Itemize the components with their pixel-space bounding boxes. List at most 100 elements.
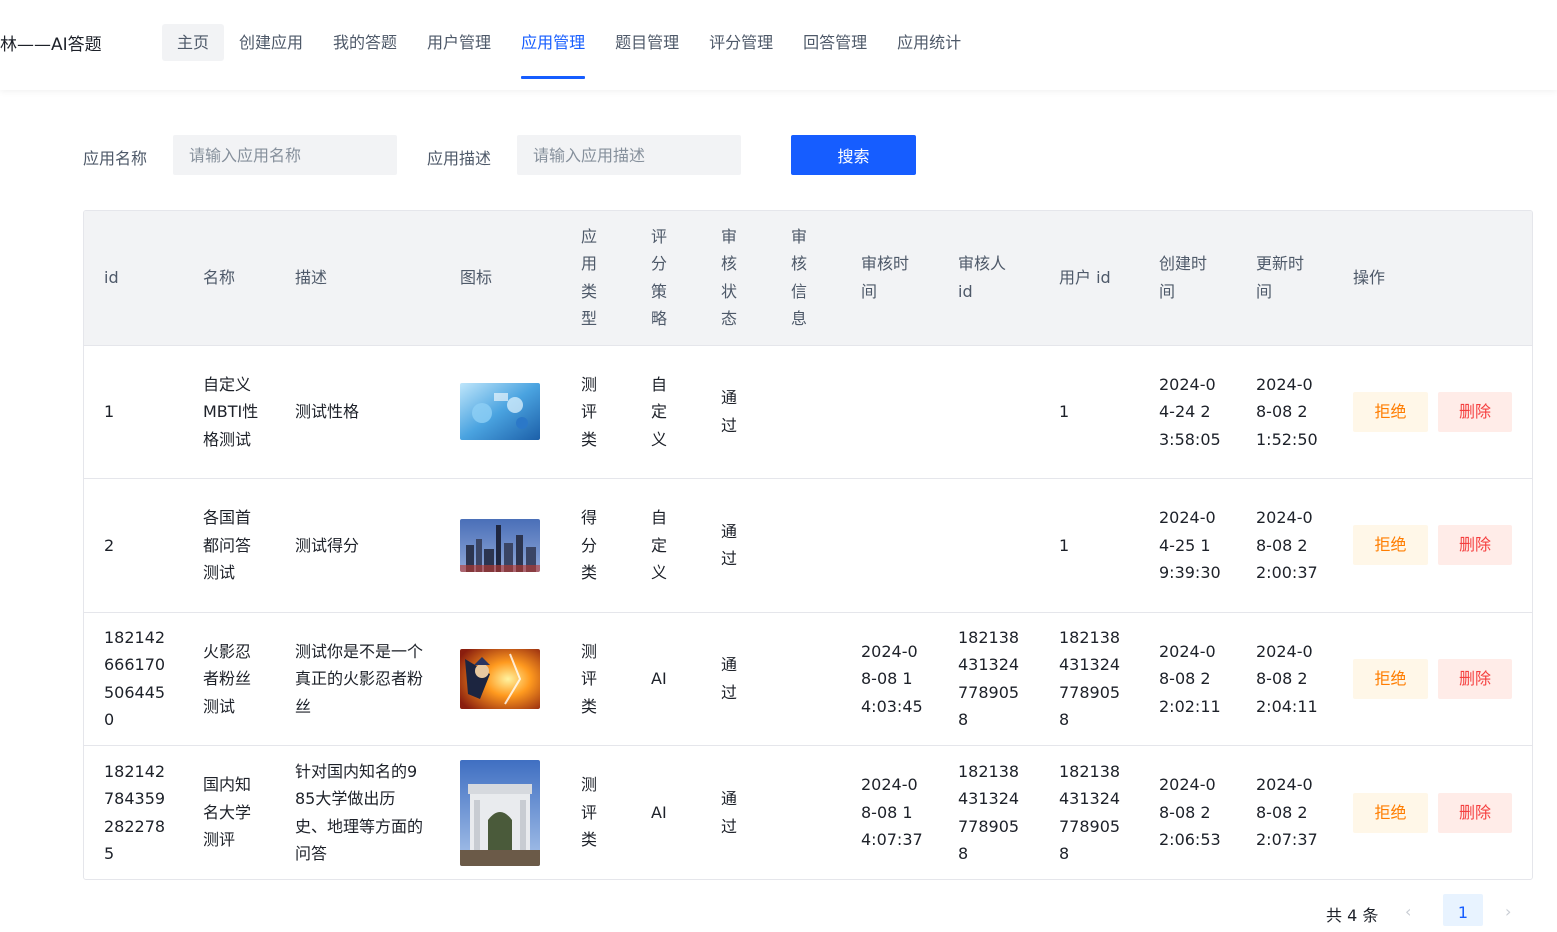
- mbti-app-icon: [460, 383, 540, 441]
- university-gate-icon: [460, 759, 540, 866]
- cell-create-time: 2024-08-08 22:06:53: [1139, 745, 1236, 879]
- app-name-label: 应用名称: [83, 149, 148, 168]
- column-header: 审核时间: [861, 254, 910, 301]
- cell-name: 国内知名大学测评: [183, 745, 275, 879]
- cell-review-time: [841, 344, 938, 479]
- cell-review-msg: [771, 611, 841, 746]
- delete-button[interactable]: 删除: [1438, 525, 1512, 566]
- nav-item-user-manage[interactable]: 用户管理: [412, 24, 506, 61]
- cell-name: 火影忍者粉丝测试: [183, 611, 275, 746]
- cell-reviewer-id: [938, 478, 1039, 612]
- nav-item-home[interactable]: 主页: [162, 24, 225, 61]
- cell-update-time: 2024-08-08 22:00:37: [1236, 478, 1333, 612]
- cell-user-id: 1: [1039, 344, 1139, 479]
- column-header: 操作: [1353, 268, 1386, 287]
- delete-button[interactable]: 删除: [1438, 658, 1512, 699]
- cell-actions: 拒绝 删除: [1333, 478, 1532, 612]
- nav-item-create-app[interactable]: 创建应用: [224, 24, 318, 61]
- cell-review-msg: [771, 478, 841, 612]
- delete-button[interactable]: 删除: [1438, 792, 1512, 833]
- table-row: 1 自定义MBTI性格测试 测试性格 测评类 自定义 通过 1 2024-04-…: [84, 344, 1532, 479]
- cell-icon: [440, 344, 561, 479]
- cell-strategy: 自定义: [631, 478, 701, 612]
- cell-desc: 测试得分: [275, 478, 440, 612]
- nav-item-question-manage[interactable]: 题目管理: [600, 24, 694, 61]
- nav-item-app-manage[interactable]: 应用管理: [506, 24, 600, 79]
- cell-reviewer-id: 1821384313247789058: [938, 745, 1039, 879]
- app-name-input[interactable]: [173, 135, 397, 175]
- cell-create-time: 2024-04-24 23:58:05: [1139, 344, 1236, 479]
- reject-button[interactable]: 拒绝: [1353, 391, 1428, 432]
- nav-item-answer-manage[interactable]: 回答管理: [788, 24, 882, 61]
- nav-item-app-stats[interactable]: 应用统计: [882, 24, 976, 61]
- cell-icon: [440, 478, 561, 612]
- chevron-left-icon[interactable]: ‹: [1405, 902, 1411, 921]
- nav-item-my-answers[interactable]: 我的答题: [318, 24, 412, 61]
- top-header: 林——AI答题 主页 创建应用 我的答题 用户管理 应用管理 题目管理 评分管理…: [0, 0, 1557, 90]
- table-header-row: id 名称 描述 图标 应用类型 评分策略 审核状态 审核信息 审核时间 审核人…: [84, 211, 1532, 345]
- cell-id: 1821426661705064450: [84, 611, 183, 746]
- cell-review-status: 通过: [701, 478, 771, 612]
- naruto-icon: [460, 648, 540, 709]
- cell-name: 自定义MBTI性格测试: [183, 344, 275, 479]
- search-button[interactable]: 搜索: [791, 135, 916, 175]
- cell-review-status: 通过: [701, 611, 771, 746]
- table-row: 1821427843592822785 国内知名大学测评 针对国内知名的985大…: [84, 745, 1532, 879]
- cell-update-time: 2024-08-08 22:04:11: [1236, 611, 1333, 746]
- cell-user-id: 1821384313247789058: [1039, 745, 1139, 879]
- app-desc-label: 应用描述: [427, 149, 492, 168]
- cell-user-id: 1: [1039, 478, 1139, 612]
- cell-create-time: 2024-08-08 22:02:11: [1139, 611, 1236, 746]
- cell-app-type: 测评类: [561, 611, 631, 746]
- cell-name: 各国首都问答测试: [183, 478, 275, 612]
- table-row: 2 各国首都问答测试 测试得分 得分类 自定义 通过 1 2024-04-25 …: [84, 478, 1532, 612]
- nav-item-scoring-manage[interactable]: 评分管理: [694, 24, 788, 61]
- cell-icon: [440, 611, 561, 746]
- cell-app-type: 测评类: [561, 344, 631, 479]
- cell-actions: 拒绝 删除: [1333, 611, 1532, 746]
- column-header: id: [104, 268, 119, 287]
- cell-create-time: 2024-04-25 19:39:30: [1139, 478, 1236, 612]
- cell-id: 2: [84, 478, 183, 612]
- pagination-page-1[interactable]: 1: [1443, 894, 1483, 926]
- main-nav: 主页 创建应用 我的答题 用户管理 应用管理 题目管理 评分管理 回答管理 应用…: [162, 24, 976, 79]
- cell-desc: 测试你是不是一个真正的火影忍者粉丝: [275, 611, 440, 746]
- cell-user-id: 1821384313247789058: [1039, 611, 1139, 746]
- app-desc-input[interactable]: [517, 135, 741, 175]
- cell-desc: 测试性格: [275, 344, 440, 479]
- cell-review-status: 通过: [701, 344, 771, 479]
- cell-review-time: 2024-08-08 14:07:37: [841, 745, 938, 879]
- cell-actions: 拒绝 删除: [1333, 344, 1532, 479]
- cell-review-time: [841, 478, 938, 612]
- chevron-right-icon[interactable]: ›: [1505, 902, 1511, 921]
- delete-button[interactable]: 删除: [1438, 391, 1512, 432]
- cell-review-time: 2024-08-08 14:03:45: [841, 611, 938, 746]
- cell-id: 1821427843592822785: [84, 745, 183, 879]
- column-header: 审核信息: [791, 226, 808, 329]
- cell-review-status: 通过: [701, 745, 771, 879]
- cell-strategy: AI: [631, 611, 701, 746]
- column-header: 名称: [203, 268, 236, 287]
- column-header: 审核状态: [721, 226, 738, 329]
- reject-button[interactable]: 拒绝: [1353, 525, 1428, 566]
- column-header: 创建时间: [1159, 254, 1208, 301]
- column-header: 应用类型: [581, 226, 598, 329]
- city-skyline-icon: [460, 518, 540, 572]
- cell-icon: [440, 745, 561, 879]
- column-header: 描述: [295, 268, 328, 287]
- column-header: 审核人 id: [958, 254, 1007, 301]
- cell-strategy: 自定义: [631, 344, 701, 479]
- reject-button[interactable]: 拒绝: [1353, 658, 1428, 699]
- cell-update-time: 2024-08-08 21:52:50: [1236, 344, 1333, 479]
- cell-app-type: 测评类: [561, 745, 631, 879]
- reject-button[interactable]: 拒绝: [1353, 792, 1428, 833]
- cell-strategy: AI: [631, 745, 701, 879]
- site-title: 林——AI答题: [0, 35, 102, 55]
- cell-update-time: 2024-08-08 22:07:37: [1236, 745, 1333, 879]
- column-header: 更新时间: [1256, 254, 1305, 301]
- column-header: 用户 id: [1059, 268, 1111, 287]
- cell-reviewer-id: 1821384313247789058: [938, 611, 1039, 746]
- table-row: 1821426661705064450 火影忍者粉丝测试 测试你是不是一个真正的…: [84, 611, 1532, 746]
- cell-desc: 针对国内知名的985大学做出历史、地理等方面的问答: [275, 745, 440, 879]
- cell-app-type: 得分类: [561, 478, 631, 612]
